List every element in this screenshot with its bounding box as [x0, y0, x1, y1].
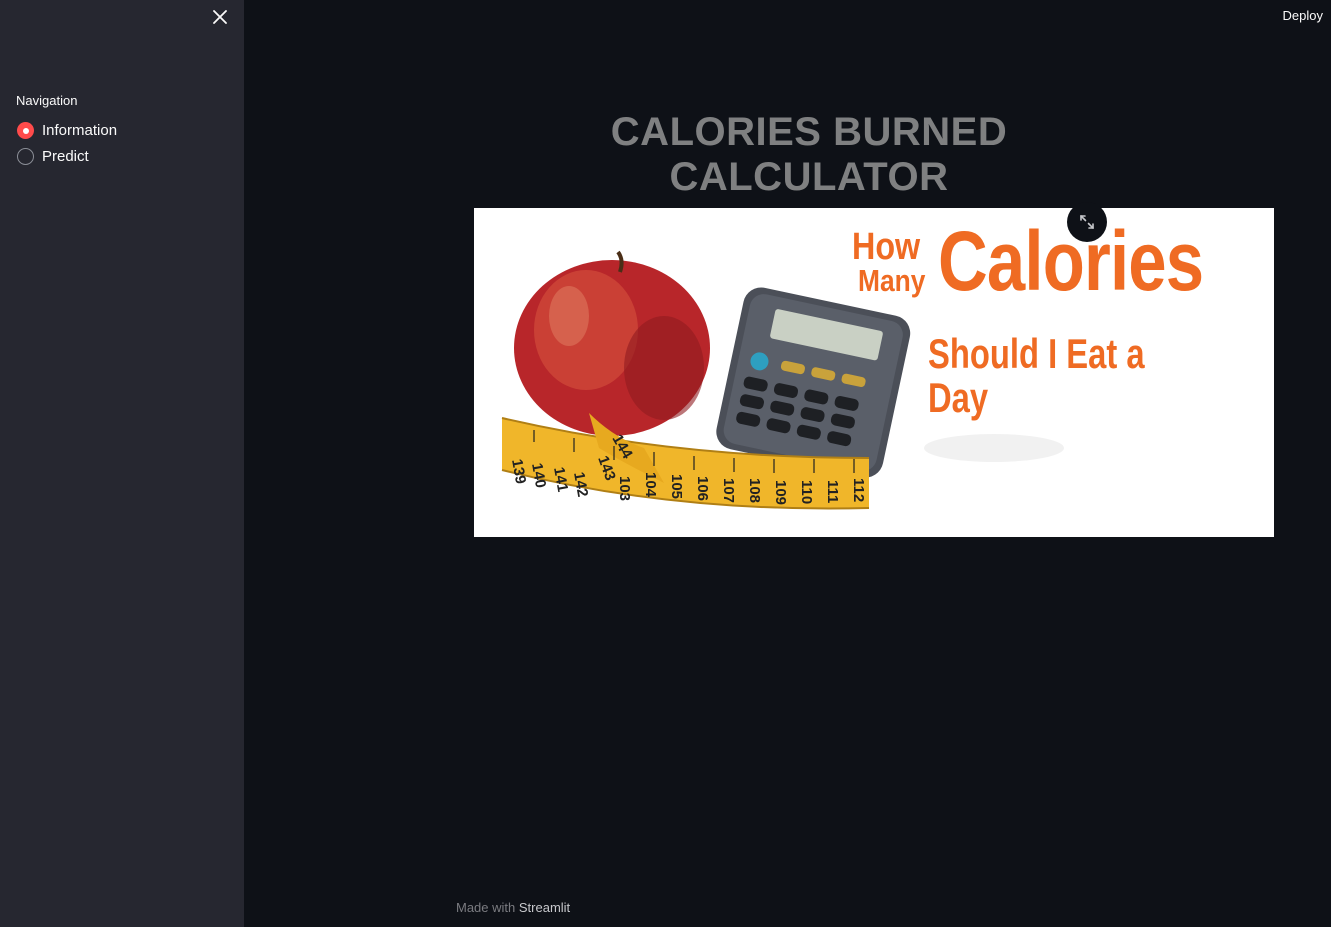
close-icon [213, 10, 227, 24]
deploy-button[interactable]: Deploy [1283, 6, 1323, 25]
radio-label-information[interactable]: Information [42, 122, 117, 139]
svg-text:107: 107 [720, 478, 737, 503]
svg-text:141: 141 [550, 466, 571, 494]
fullscreen-button[interactable] [1067, 202, 1107, 242]
footer: Made with Streamlit [456, 900, 570, 915]
sidebar: Navigation Information Predict [0, 0, 244, 927]
radio-option-information[interactable]: Information [17, 122, 117, 139]
svg-text:110: 110 [798, 480, 815, 504]
streamlit-app: Navigation Information Predict Deploy CA… [0, 0, 1331, 927]
svg-text:142: 142 [570, 471, 591, 499]
svg-text:111: 111 [824, 480, 841, 503]
radio-option-predict[interactable]: Predict [17, 148, 89, 165]
hero-image: 139 140 141 142 143 144 103 104 105 106 … [474, 208, 1274, 537]
svg-text:139: 139 [508, 458, 529, 486]
svg-text:108: 108 [746, 478, 763, 503]
image-text-how: How [852, 226, 921, 268]
image-text-should: Should I Eat a Day [928, 330, 1145, 421]
svg-text:106: 106 [694, 476, 711, 501]
footer-made-with: Made with [456, 900, 519, 915]
navigation-label: Navigation [16, 93, 78, 108]
svg-text:104: 104 [642, 472, 659, 498]
radio-unchecked-icon[interactable] [17, 148, 34, 165]
fullscreen-expand-icon [1080, 215, 1094, 229]
calculator-graphic [716, 287, 911, 478]
page-title: CALORIES BURNED CALCULATOR [610, 110, 1008, 199]
apple-graphic [514, 250, 710, 436]
svg-text:112: 112 [850, 478, 867, 502]
radio-checked-icon[interactable] [17, 122, 34, 139]
sidebar-close-button[interactable] [208, 5, 232, 29]
radio-label-predict[interactable]: Predict [42, 148, 89, 165]
svg-text:103: 103 [616, 476, 633, 501]
footer-streamlit-link[interactable]: Streamlit [519, 900, 570, 915]
svg-text:140: 140 [528, 462, 549, 490]
svg-text:105: 105 [668, 474, 685, 499]
svg-text:109: 109 [772, 480, 789, 505]
image-text-many: Many [858, 263, 926, 298]
